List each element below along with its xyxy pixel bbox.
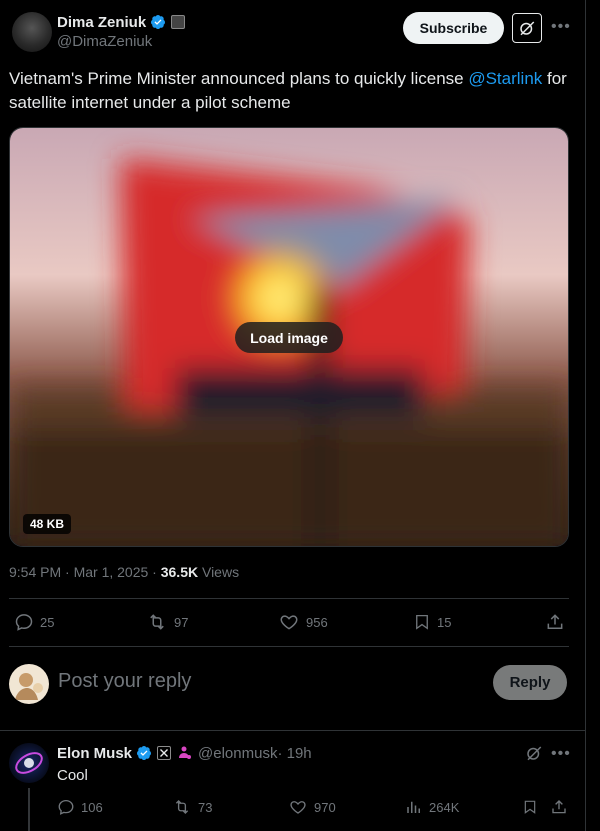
reply-action[interactable]: 25 xyxy=(14,612,54,632)
reply-like-action[interactable]: 970 xyxy=(288,798,336,816)
tweet-meta: 9:54 PM · Mar 1, 2025 · 36.5K Views xyxy=(9,564,239,580)
reply-author-handle[interactable]: @elonmusk xyxy=(198,745,277,762)
repost-icon xyxy=(175,800,189,814)
affiliate-badge-icon xyxy=(171,15,186,29)
divider xyxy=(0,730,585,731)
load-image-button[interactable]: Load image xyxy=(235,322,343,353)
views-chart-icon xyxy=(407,801,420,813)
column-border xyxy=(585,0,586,831)
like-action[interactable]: 956 xyxy=(278,612,328,632)
repost-icon xyxy=(150,614,164,630)
user-avatar[interactable] xyxy=(9,664,49,704)
x-affiliate-badge-icon xyxy=(157,746,172,760)
reply-repost-count: 73 xyxy=(198,799,213,815)
bookmark-icon xyxy=(416,614,428,630)
tweet-text-part: Vietnam's Prime Minister announced plans… xyxy=(9,69,469,88)
reply-header-row: Elon Musk @elonmusk · 19h xyxy=(57,743,312,763)
reply-author-name[interactable]: Elon Musk xyxy=(57,745,132,762)
reply-reply-action[interactable]: 106 xyxy=(57,798,103,816)
reply-count: 25 xyxy=(40,614,55,630)
image-size-badge: 48 KB xyxy=(23,514,72,534)
reply-views-action[interactable]: 264K xyxy=(405,798,459,816)
grok-button[interactable] xyxy=(512,13,542,43)
verified-badge-icon xyxy=(151,15,166,29)
bookmark-action[interactable]: 15 xyxy=(413,612,451,632)
reply-avatar-image xyxy=(15,752,43,774)
bookmark-count: 15 xyxy=(437,614,452,630)
reply-bookmark-action[interactable] xyxy=(522,798,544,816)
tweet-text: Vietnam's Prime Minister announced plans… xyxy=(9,67,569,115)
reply-like-count: 970 xyxy=(314,799,336,815)
reply-time[interactable]: · 19h xyxy=(277,745,311,762)
subscribe-button[interactable]: Subscribe xyxy=(403,12,504,44)
repost-action[interactable]: 97 xyxy=(146,612,188,632)
like-count: 956 xyxy=(306,614,328,630)
bookmark-icon xyxy=(524,800,536,814)
reply-share-action[interactable] xyxy=(550,798,574,816)
grok-icon xyxy=(520,21,535,36)
reply-more-options-icon[interactable]: ••• xyxy=(551,745,571,763)
author-handle[interactable]: @DimaZeniuk xyxy=(57,33,152,50)
grok-icon[interactable] xyxy=(525,744,543,762)
author-name[interactable]: Dima Zeniuk xyxy=(57,14,146,31)
heart-icon xyxy=(280,615,298,630)
reply-input[interactable]: Post your reply xyxy=(58,670,191,693)
reply-reply-count: 106 xyxy=(81,799,103,815)
reply-author-avatar[interactable] xyxy=(9,743,49,783)
divider xyxy=(9,646,569,647)
reply-text: Cool xyxy=(57,767,88,784)
government-badge-icon xyxy=(179,746,192,759)
divider xyxy=(9,598,569,599)
reply-icon xyxy=(15,614,33,631)
reply-views-count: 264K xyxy=(429,799,460,815)
thread-line xyxy=(28,788,30,831)
author-name-row: Dima Zeniuk xyxy=(57,12,186,32)
share-icon xyxy=(552,800,566,814)
share-icon xyxy=(547,614,563,629)
author-avatar[interactable] xyxy=(12,12,52,52)
views-count: 36.5K xyxy=(160,564,199,580)
share-action[interactable] xyxy=(545,612,571,632)
more-options-icon[interactable]: ••• xyxy=(551,18,571,36)
reply-button[interactable]: Reply xyxy=(493,665,567,700)
views-label: Views xyxy=(198,564,240,580)
heart-icon xyxy=(290,801,306,814)
tweet-timestamp[interactable]: 9:54 PM · Mar 1, 2025 · xyxy=(9,564,161,580)
repost-count: 97 xyxy=(174,614,189,630)
user-avatar-image xyxy=(15,673,43,700)
reply-repost-action[interactable]: 73 xyxy=(172,798,212,816)
verified-badge-icon xyxy=(137,746,152,760)
reply-icon xyxy=(58,799,74,815)
mention-link[interactable]: @Starlink xyxy=(468,69,542,88)
